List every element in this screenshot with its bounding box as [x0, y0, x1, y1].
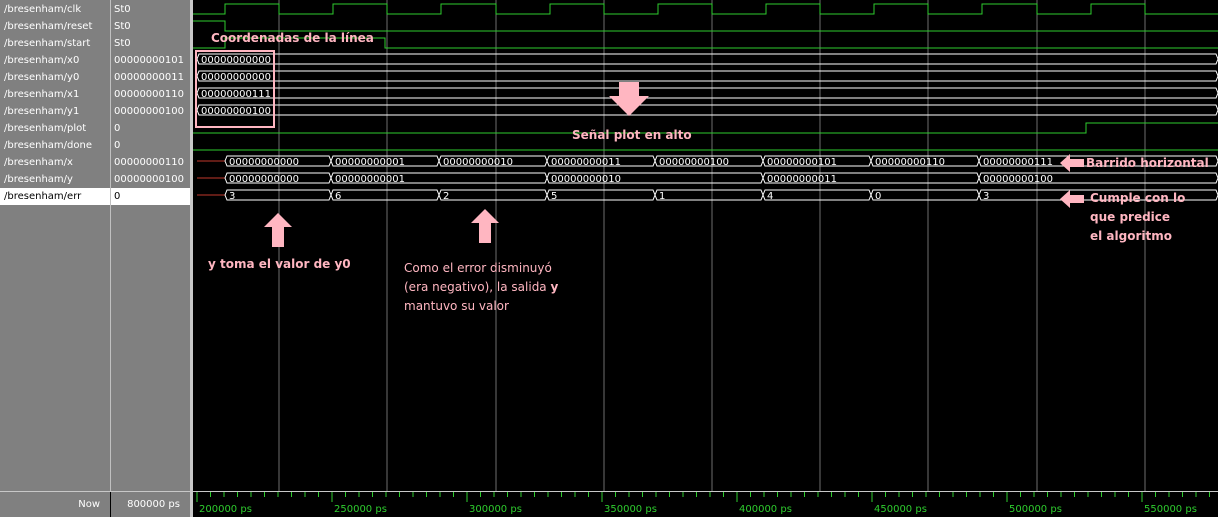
ruler-tick-label: 550000 ps	[1144, 504, 1197, 515]
err-segment	[546, 189, 656, 201]
annotation-error-2: (era negativo), la salida y	[404, 280, 558, 294]
annotation-error-1: Como el error disminuyó	[404, 261, 552, 275]
arrow-up-icon	[264, 213, 292, 247]
x1-segment	[196, 87, 1218, 99]
ruler-tick-label: 450000 ps	[874, 504, 927, 515]
err-value: 1	[659, 191, 665, 202]
signal-name[interactable]: /bresenham/plot	[0, 120, 110, 137]
ruler-tick-label: 200000 ps	[199, 504, 252, 515]
signal-name[interactable]: /bresenham/start	[0, 35, 110, 52]
plot-wave	[193, 122, 1218, 134]
annotation-cumple-1: Cumple con lo	[1090, 191, 1186, 205]
err-segment	[438, 189, 548, 201]
y-value: 00000000100	[983, 174, 1053, 185]
signal-value: 00000000110	[114, 89, 184, 100]
x-value: 00000000011	[551, 157, 621, 168]
annotation-coords-box	[195, 50, 275, 128]
annotation-error-2-var: y	[550, 280, 559, 294]
ruler-tick-label: 500000 ps	[1009, 504, 1062, 515]
err-segment	[870, 189, 980, 201]
now-label: Now	[0, 492, 110, 517]
signal-value: 0	[114, 123, 121, 134]
arrow-down-icon	[609, 82, 649, 116]
annotation-plot-high: Señal plot en alto	[572, 128, 692, 142]
arrow-left-icon	[1060, 154, 1084, 172]
signal-name[interactable]: /bresenham/reset	[0, 18, 110, 35]
y1-segment	[196, 104, 1218, 116]
y0-segment	[196, 70, 1218, 82]
err-value: 3	[229, 191, 235, 202]
signal-value: 0	[111, 188, 190, 205]
err-value: 2	[443, 191, 449, 202]
signal-value: St0	[114, 21, 131, 32]
signal-name[interactable]: /bresenham/x	[0, 154, 110, 171]
err-segment	[762, 189, 872, 201]
ruler-tick-label: 350000 ps	[604, 504, 657, 515]
err-value: 5	[551, 191, 557, 202]
signal-name[interactable]: /bresenham/x1	[0, 86, 110, 103]
err-value: 4	[767, 191, 773, 202]
signal-value: 00000000100	[114, 106, 184, 117]
annotation-cumple-2: que predice	[1090, 210, 1171, 224]
signal-name[interactable]: /bresenham/y1	[0, 103, 110, 120]
signal-value: 00000000100	[114, 174, 184, 185]
annotation-barrido: Barrido horizontal	[1086, 156, 1209, 170]
annotation-y-toma-text: y toma el valor de	[208, 257, 335, 271]
err-segment	[330, 189, 440, 201]
signal-name[interactable]: /bresenham/clk	[0, 1, 110, 18]
err-segment	[654, 189, 764, 201]
x-value: 00000000100	[659, 157, 729, 168]
reset-wave	[193, 20, 1218, 32]
annotation-error-2-text: (era negativo), la salida	[404, 280, 551, 294]
err-value: 3	[983, 191, 989, 202]
err-value: 6	[335, 191, 341, 202]
x-value: 00000000110	[875, 157, 945, 168]
signal-value: 00000000011	[114, 72, 184, 83]
x-value: 00000000101	[767, 157, 837, 168]
annotation-error-3: mantuvo su valor	[404, 299, 509, 313]
signal-name[interactable]: /bresenham/done	[0, 137, 110, 154]
signal-name[interactable]: /bresenham/err	[0, 188, 110, 205]
signal-value-pane: St0 St0 St0 00000000101 00000000011 000000001…	[111, 0, 190, 491]
ruler-tick-label: 250000 ps	[334, 504, 387, 515]
y-value: 00000000011	[767, 174, 837, 185]
annotation-y-toma: y toma el valor de y0	[208, 257, 351, 271]
ruler-tick-label: 400000 ps	[739, 504, 792, 515]
x-value: 00000000000	[229, 157, 299, 168]
now-value: 800000 ps	[111, 492, 190, 517]
signal-value: St0	[114, 4, 131, 15]
signal-name-pane: /bresenham/clk/bresenham/reset/bresenham…	[0, 0, 110, 491]
err-segment	[224, 189, 332, 201]
x-value: 00000000001	[335, 157, 405, 168]
signal-value: 00000000101	[114, 55, 184, 66]
signal-value: St0	[114, 38, 131, 49]
y-value: 00000000000	[229, 174, 299, 185]
clk-wave	[193, 3, 1218, 15]
annotation-coords: Coordenadas de la línea	[211, 31, 374, 45]
arrow-left-icon	[1060, 190, 1084, 208]
waveform-pane[interactable]: 0000000000000000000000000000001110000000…	[193, 0, 1218, 491]
signal-name[interactable]: /bresenham/y	[0, 171, 110, 188]
x0-segment	[196, 53, 1218, 65]
annotation-cumple-3: el algoritmo	[1090, 229, 1172, 243]
signal-value: 00000000110	[114, 157, 184, 168]
ruler-tick-label: 300000 ps	[469, 504, 522, 515]
y-value: 00000000010	[551, 174, 621, 185]
err-value: 0	[875, 191, 881, 202]
x-value: 00000000111	[983, 157, 1053, 168]
arrow-up-icon	[471, 209, 499, 243]
signal-value: 0	[114, 140, 121, 151]
signal-name[interactable]: /bresenham/y0	[0, 69, 110, 86]
signal-name[interactable]: /bresenham/x0	[0, 52, 110, 69]
y-value: 00000000001	[335, 174, 405, 185]
annotation-y-toma-var: y0	[334, 257, 351, 271]
x-value: 00000000010	[443, 157, 513, 168]
